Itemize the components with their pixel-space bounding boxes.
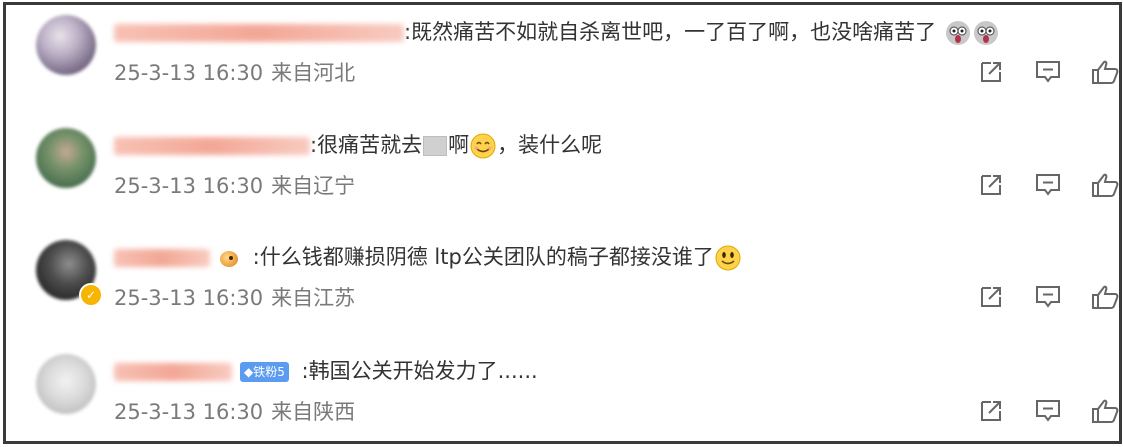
- reply-button[interactable]: [1033, 396, 1063, 426]
- thumbs-up-icon: [1092, 173, 1119, 197]
- comment-item: ✓ :什么钱都赚损阴德 ltp公关团队的稿子都接没谁了 25-3-13 16:3…: [6, 230, 1119, 343]
- comment-text: :什么钱都赚损阴德 ltp公关团队的稿子都接没谁了: [246, 245, 714, 269]
- scream-emoji-icon: [945, 20, 971, 46]
- thumbs-up-icon: [1092, 399, 1119, 423]
- comment-text: :很痛苦就去: [310, 133, 423, 157]
- comment-location: 来自辽宁: [271, 174, 356, 198]
- comment-item: :既然痛苦不如就自杀离世吧，一了百了啊，也没啥痛苦了 25-3-13 16:30…: [6, 5, 1119, 118]
- comment-text: 啊: [448, 133, 470, 157]
- smile-emoji-icon: [469, 132, 497, 160]
- comment-body: :既然痛苦不如就自杀离世吧，一了百了啊，也没啥痛苦了: [114, 17, 999, 47]
- comment-list: :既然痛苦不如就自杀离世吧，一了百了啊，也没啥痛苦了 25-3-13 16:30…: [3, 2, 1122, 444]
- thumbs-up-icon: [1092, 60, 1119, 84]
- comment-icon: [1036, 400, 1060, 422]
- share-icon: [981, 175, 1001, 195]
- username-redacted[interactable]: [114, 249, 210, 267]
- scream-emoji-icon: [973, 20, 999, 46]
- comment-time: 25-3-13 16:30: [114, 174, 264, 198]
- share-button[interactable]: [976, 396, 1006, 426]
- share-icon: [981, 401, 1001, 421]
- username-redacted[interactable]: [114, 24, 404, 42]
- comment-item: ◆铁粉5 :韩国公关开始发力了...... 25-3-13 16:30 来自陕西: [6, 344, 1119, 441]
- comment-location: 来自江苏: [271, 286, 356, 310]
- fan-level-badge: ◆铁粉5: [240, 362, 289, 382]
- comment-icon: [1036, 174, 1060, 196]
- comment-time: 25-3-13 16:30: [114, 61, 264, 85]
- avatar[interactable]: [36, 15, 96, 75]
- censored-word: [423, 136, 448, 156]
- share-icon: [981, 62, 1001, 82]
- share-button[interactable]: [976, 170, 1006, 200]
- comment-item: :很痛苦就去 啊 ，装什么呢 25-3-13 16:30 来自辽宁: [6, 118, 1119, 231]
- comment-meta: 25-3-13 16:30 来自河北: [114, 59, 355, 87]
- verified-badge-icon: ✓: [79, 283, 103, 307]
- username-redacted[interactable]: [114, 137, 310, 155]
- share-button[interactable]: [976, 57, 1006, 87]
- reply-button[interactable]: [1033, 57, 1063, 87]
- comment-time: 25-3-13 16:30: [114, 286, 264, 310]
- like-button[interactable]: [1090, 170, 1119, 200]
- comment-location: 来自陕西: [271, 400, 356, 424]
- grin-emoji-icon: [714, 244, 742, 272]
- reply-button[interactable]: [1033, 170, 1063, 200]
- username-redacted[interactable]: [114, 363, 232, 381]
- avatar[interactable]: [36, 128, 96, 188]
- share-button[interactable]: [976, 282, 1006, 312]
- comment-body: :什么钱都赚损阴德 ltp公关团队的稿子都接没谁了: [114, 242, 742, 272]
- comment-meta: 25-3-13 16:30 来自江苏: [114, 284, 355, 312]
- comment-meta: 25-3-13 16:30 来自辽宁: [114, 172, 355, 200]
- comment-meta: 25-3-13 16:30 来自陕西: [114, 398, 355, 426]
- pig-medal-icon: [218, 247, 242, 269]
- avatar[interactable]: [36, 354, 96, 414]
- comment-location: 来自河北: [271, 61, 356, 85]
- reply-button[interactable]: [1033, 282, 1063, 312]
- like-button[interactable]: [1090, 57, 1119, 87]
- comment-icon: [1036, 286, 1060, 308]
- comment-time: 25-3-13 16:30: [114, 400, 264, 424]
- comment-text: :韩国公关开始发力了......: [294, 359, 538, 383]
- like-button[interactable]: [1090, 282, 1119, 312]
- comment-text: :既然痛苦不如就自杀离世吧，一了百了啊，也没啥痛苦了: [404, 20, 937, 44]
- comment-body: ◆铁粉5 :韩国公关开始发力了......: [114, 356, 538, 386]
- comment-body: :很痛苦就去 啊 ，装什么呢: [114, 130, 602, 160]
- share-icon: [981, 287, 1001, 307]
- thumbs-up-icon: [1092, 285, 1119, 309]
- like-button[interactable]: [1090, 396, 1119, 426]
- comment-icon: [1036, 61, 1060, 83]
- comment-text: ，装什么呢: [497, 133, 603, 157]
